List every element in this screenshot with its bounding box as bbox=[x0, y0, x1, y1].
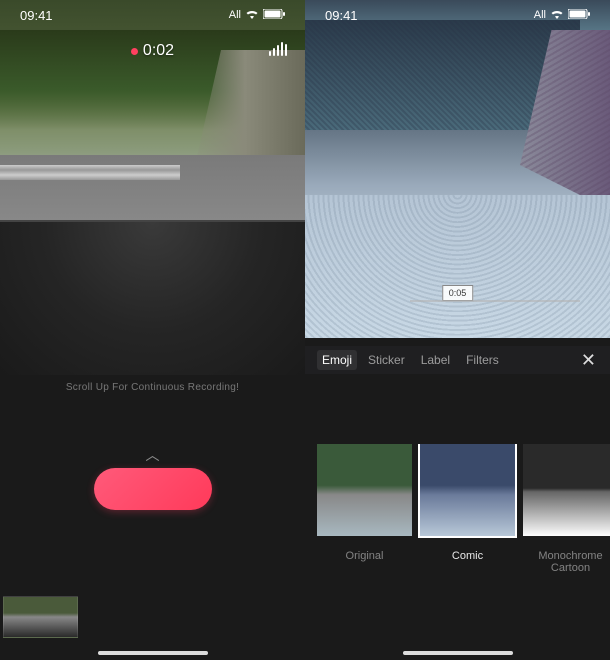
effects-tab-bar: Emoji Sticker Label Filters ✕ bbox=[305, 346, 610, 374]
battery-icon bbox=[263, 9, 285, 22]
filter-option-original[interactable]: Original bbox=[317, 444, 412, 574]
recording-dot-icon bbox=[131, 48, 138, 55]
tab-sticker[interactable]: Sticker bbox=[363, 350, 410, 370]
status-bar: 09:41 All bbox=[0, 0, 305, 30]
filter-thumbnail bbox=[317, 444, 412, 536]
tab-emoji[interactable]: Emoji bbox=[317, 350, 357, 370]
close-icon[interactable]: ✕ bbox=[581, 350, 596, 371]
battery-icon bbox=[568, 9, 590, 22]
filter-thumbnail bbox=[420, 444, 515, 536]
scroll-hint-label: Scroll Up For Continuous Recording! bbox=[0, 382, 305, 393]
filter-thumbnail bbox=[523, 444, 610, 536]
recording-timer: 0:02 bbox=[0, 42, 305, 60]
record-button[interactable] bbox=[94, 468, 212, 510]
wifi-icon bbox=[245, 9, 259, 22]
filter-option-monochrome-cartoon[interactable]: Monochrome Cartoon bbox=[523, 444, 610, 574]
tab-label[interactable]: Label bbox=[416, 350, 455, 370]
audio-level-icon bbox=[269, 42, 287, 56]
home-indicator[interactable] bbox=[98, 651, 208, 655]
status-time: 09:41 bbox=[20, 8, 53, 23]
status-bar: 09:41 All bbox=[305, 0, 610, 30]
chevron-up-icon[interactable]: ︿ bbox=[146, 445, 160, 465]
playback-progress[interactable] bbox=[410, 300, 580, 302]
playback-timer: 0:05 bbox=[442, 285, 474, 301]
filter-strip[interactable]: Original Comic Monochrome Cartoon bbox=[317, 444, 610, 574]
status-time: 09:41 bbox=[325, 8, 358, 23]
wifi-icon bbox=[550, 9, 564, 22]
home-indicator[interactable] bbox=[403, 651, 513, 655]
tab-filters[interactable]: Filters bbox=[461, 350, 504, 370]
carrier-label: All bbox=[229, 9, 241, 21]
recording-screen: 09:41 All 0:02 Scroll Up For Continuous … bbox=[0, 0, 305, 660]
filter-option-comic[interactable]: Comic bbox=[420, 444, 515, 574]
carrier-label: All bbox=[534, 9, 546, 21]
last-clip-thumbnail[interactable] bbox=[3, 596, 78, 638]
filter-editor-screen: 09:41 All 0:05 Emoji Sticker Label Filte… bbox=[305, 0, 610, 660]
